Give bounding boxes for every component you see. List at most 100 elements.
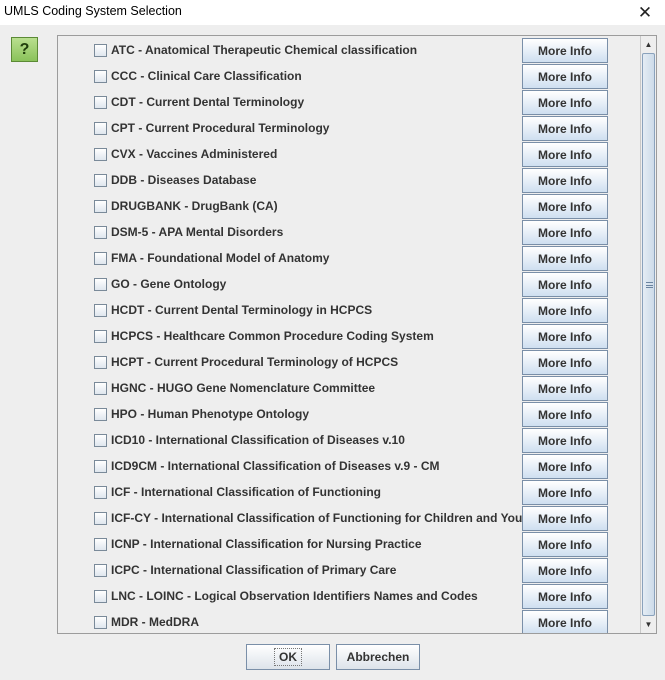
item-checkbox[interactable] <box>94 512 107 525</box>
item-label[interactable]: ATC - Anatomical Therapeutic Chemical cl… <box>111 43 417 57</box>
item-label[interactable]: ICNP - International Classification for … <box>111 537 422 551</box>
more-info-button[interactable]: More Info <box>522 532 608 557</box>
item-label[interactable]: CCC - Clinical Care Classification <box>111 69 302 83</box>
list-item: DSM-5 - APA Mental Disorders More Info <box>58 219 640 245</box>
more-info-button[interactable]: More Info <box>522 194 608 219</box>
more-info-button[interactable]: More Info <box>522 584 608 609</box>
more-info-button[interactable]: More Info <box>522 454 608 479</box>
list-item: ATC - Anatomical Therapeutic Chemical cl… <box>58 37 640 63</box>
list-item: CDT - Current Dental Terminology More Inf… <box>58 89 640 115</box>
more-info-button[interactable]: More Info <box>522 116 608 141</box>
item-checkbox[interactable] <box>94 564 107 577</box>
more-info-button[interactable]: More Info <box>522 298 608 323</box>
item-label[interactable]: HPO - Human Phenotype Ontology <box>111 407 309 421</box>
help-button[interactable]: ? <box>11 37 38 62</box>
vertical-scrollbar[interactable]: ▲ ▼ <box>640 36 656 633</box>
more-info-button[interactable]: More Info <box>522 428 608 453</box>
list-item: ICNP - International Classification for … <box>58 531 640 557</box>
item-checkbox[interactable] <box>94 356 107 369</box>
list-item: HCPCS - Healthcare Common Procedure Codi… <box>58 323 640 349</box>
list-item: HCDT - Current Dental Terminology in HCP… <box>58 297 640 323</box>
item-checkbox[interactable] <box>94 382 107 395</box>
more-info-button[interactable]: More Info <box>522 610 608 633</box>
list-item: CVX - Vaccines Administered More Info <box>58 141 640 167</box>
item-label[interactable]: ICD9CM - International Classification of… <box>111 459 440 473</box>
item-checkbox[interactable] <box>94 538 107 551</box>
item-label[interactable]: CDT - Current Dental Terminology <box>111 95 304 109</box>
item-checkbox[interactable] <box>94 96 107 109</box>
more-info-button[interactable]: More Info <box>522 506 608 531</box>
item-label[interactable]: DDB - Diseases Database <box>111 173 256 187</box>
scroll-up-icon[interactable]: ▲ <box>641 36 656 52</box>
item-label[interactable]: FMA - Foundational Model of Anatomy <box>111 251 329 265</box>
coding-system-list: ATC - Anatomical Therapeutic Chemical cl… <box>57 35 657 634</box>
more-info-button[interactable]: More Info <box>522 350 608 375</box>
item-checkbox[interactable] <box>94 486 107 499</box>
more-info-button[interactable]: More Info <box>522 558 608 583</box>
more-info-button[interactable]: More Info <box>522 168 608 193</box>
window-title: UMLS Coding System Selection <box>4 4 182 18</box>
list-item: ICPC - International Classification of P… <box>58 557 640 583</box>
scroll-down-icon[interactable]: ▼ <box>641 616 656 632</box>
list-item: ICF-CY - International Classification of… <box>58 505 640 531</box>
list-item: ICD10 - International Classification of … <box>58 427 640 453</box>
list-item: HPO - Human Phenotype Ontology More Info <box>58 401 640 427</box>
more-info-button[interactable]: More Info <box>522 142 608 167</box>
item-checkbox[interactable] <box>94 590 107 603</box>
title-bar: UMLS Coding System Selection ✕ <box>0 0 665 25</box>
item-label[interactable]: HCPCS - Healthcare Common Procedure Codi… <box>111 329 434 343</box>
scroll-thumb[interactable] <box>642 53 655 616</box>
item-label[interactable]: HCPT - Current Procedural Terminology of… <box>111 355 398 369</box>
list-item: GO - Gene Ontology More Info <box>58 271 640 297</box>
item-label[interactable]: DRUGBANK - DrugBank (CA) <box>111 199 278 213</box>
more-info-button[interactable]: More Info <box>522 90 608 115</box>
more-info-button[interactable]: More Info <box>522 402 608 427</box>
item-checkbox[interactable] <box>94 70 107 83</box>
item-checkbox[interactable] <box>94 122 107 135</box>
more-info-button[interactable]: More Info <box>522 38 608 63</box>
help-icon: ? <box>19 40 30 58</box>
list-item: ICF - International Classification of Fu… <box>58 479 640 505</box>
item-label[interactable]: ICD10 - International Classification of … <box>111 433 405 447</box>
more-info-button[interactable]: More Info <box>522 272 608 297</box>
item-checkbox[interactable] <box>94 252 107 265</box>
item-checkbox[interactable] <box>94 460 107 473</box>
list-item: HCPT - Current Procedural Terminology of… <box>58 349 640 375</box>
item-checkbox[interactable] <box>94 304 107 317</box>
item-checkbox[interactable] <box>94 200 107 213</box>
grip-icon <box>646 282 653 288</box>
item-checkbox[interactable] <box>94 226 107 239</box>
item-label[interactable]: GO - Gene Ontology <box>111 277 226 291</box>
list-item: ICD9CM - International Classification of… <box>58 453 640 479</box>
cancel-button[interactable]: Abbrechen <box>336 644 420 670</box>
more-info-button[interactable]: More Info <box>522 246 608 271</box>
list-item: FMA - Foundational Model of Anatomy More … <box>58 245 640 271</box>
more-info-button[interactable]: More Info <box>522 324 608 349</box>
item-checkbox[interactable] <box>94 408 107 421</box>
item-label[interactable]: HGNC - HUGO Gene Nomenclature Committee <box>111 381 375 395</box>
more-info-button[interactable]: More Info <box>522 480 608 505</box>
close-icon[interactable]: ✕ <box>625 0 665 25</box>
ok-button[interactable]: OK <box>246 644 330 670</box>
item-label[interactable]: CPT - Current Procedural Terminology <box>111 121 329 135</box>
item-label[interactable]: LNC - LOINC - Logical Observation Identi… <box>111 589 478 603</box>
more-info-button[interactable]: More Info <box>522 376 608 401</box>
item-label[interactable]: CVX - Vaccines Administered <box>111 147 277 161</box>
list-item: DRUGBANK - DrugBank (CA) More Info <box>58 193 640 219</box>
item-checkbox[interactable] <box>94 278 107 291</box>
item-checkbox[interactable] <box>94 148 107 161</box>
item-label[interactable]: ICF-CY - International Classification of… <box>111 511 534 525</box>
item-label[interactable]: ICPC - International Classification of P… <box>111 563 396 577</box>
item-label[interactable]: MDR - MedDRA <box>111 615 199 629</box>
item-checkbox[interactable] <box>94 434 107 447</box>
item-label[interactable]: DSM-5 - APA Mental Disorders <box>111 225 283 239</box>
more-info-button[interactable]: More Info <box>522 220 608 245</box>
item-label[interactable]: ICF - International Classification of Fu… <box>111 485 381 499</box>
item-checkbox[interactable] <box>94 174 107 187</box>
item-checkbox[interactable] <box>94 616 107 629</box>
more-info-button[interactable]: More Info <box>522 64 608 89</box>
item-checkbox[interactable] <box>94 44 107 57</box>
item-checkbox[interactable] <box>94 330 107 343</box>
item-label[interactable]: HCDT - Current Dental Terminology in HCP… <box>111 303 372 317</box>
list-item: CPT - Current Procedural Terminology More… <box>58 115 640 141</box>
